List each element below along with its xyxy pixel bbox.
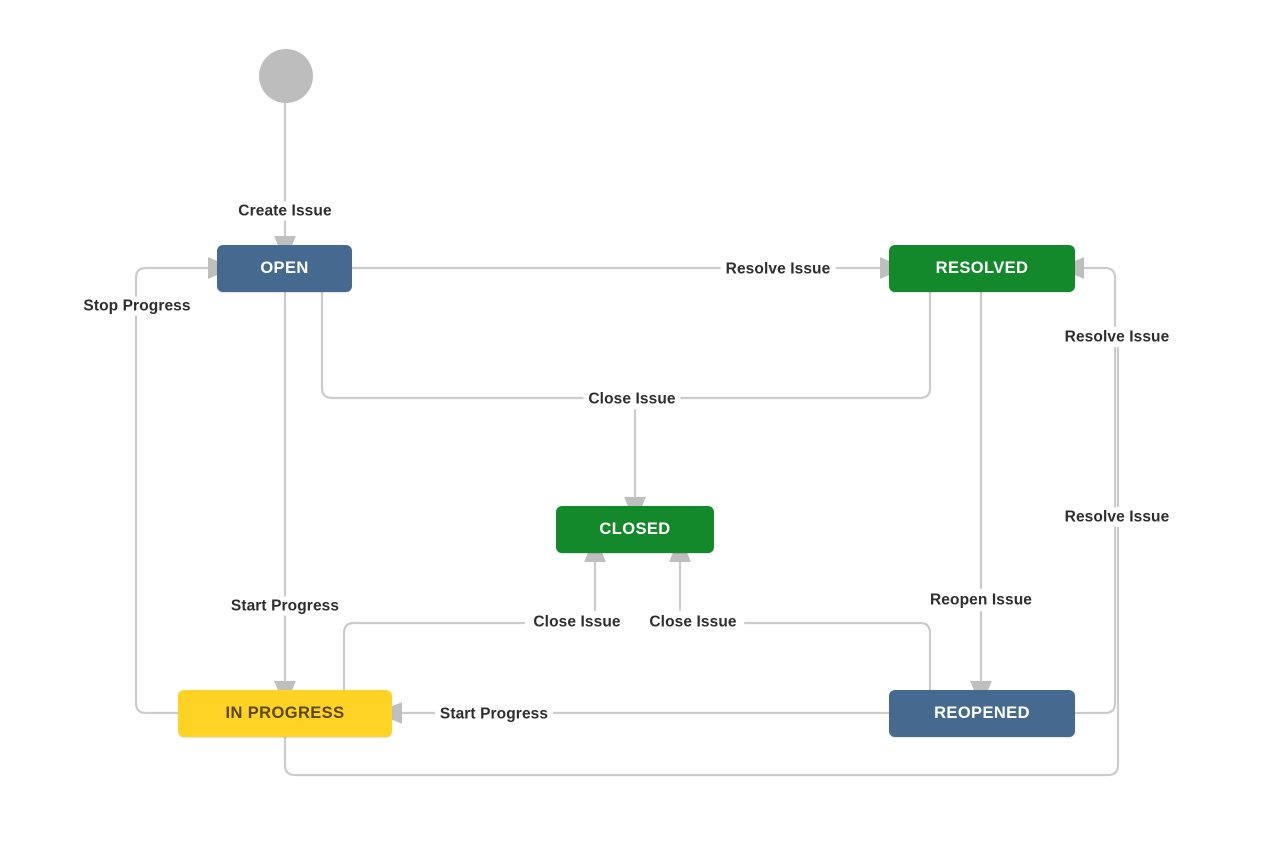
transition-label-close-issue-right[interactable]: Close Issue	[644, 612, 742, 632]
node-resolved[interactable]: RESOLVED	[889, 245, 1075, 292]
transition-label-close-issue-top[interactable]: Close Issue	[583, 389, 681, 409]
workflow-diagram-canvas: OPEN RESOLVED CLOSED IN PROGRESS REOPENE…	[0, 0, 1268, 853]
edge-close-issue-in-progress	[342, 621, 526, 692]
transition-label-stop-progress[interactable]: Stop Progress	[78, 296, 196, 316]
transition-label-start-progress-open[interactable]: Start Progress	[225, 596, 345, 616]
node-closed[interactable]: CLOSED	[556, 506, 714, 553]
node-open[interactable]: OPEN	[217, 245, 352, 292]
transition-label-close-issue-left[interactable]: Close Issue	[528, 612, 626, 632]
transition-label-reopen-issue[interactable]: Reopen Issue	[925, 590, 1037, 610]
edge-stop-progress	[134, 257, 235, 715]
edge-resolve-issue-reopened	[1073, 346, 1117, 715]
edge-resolve-issue-reopened-up	[1057, 257, 1117, 328]
transition-label-resolve-issue-reopened[interactable]: Resolve Issue	[1059, 327, 1175, 347]
start-node[interactable]	[259, 49, 313, 103]
edge-close-issue-from-open	[320, 290, 594, 400]
edge-close-issue-from-resolved	[674, 290, 932, 400]
transition-label-start-progress-reopened[interactable]: Start Progress	[434, 704, 554, 724]
transition-label-resolve-issue-open[interactable]: Resolve Issue	[720, 259, 836, 279]
node-reopened[interactable]: REOPENED	[889, 690, 1075, 737]
edge-close-issue-reopened	[743, 621, 932, 692]
transition-label-resolve-issue-in-progress[interactable]: Resolve Issue	[1059, 507, 1175, 527]
node-in-progress[interactable]: IN PROGRESS	[178, 690, 392, 737]
transition-label-create-issue[interactable]: Create Issue	[233, 201, 337, 221]
edge-resolve-issue-in-progress	[283, 526, 1120, 777]
